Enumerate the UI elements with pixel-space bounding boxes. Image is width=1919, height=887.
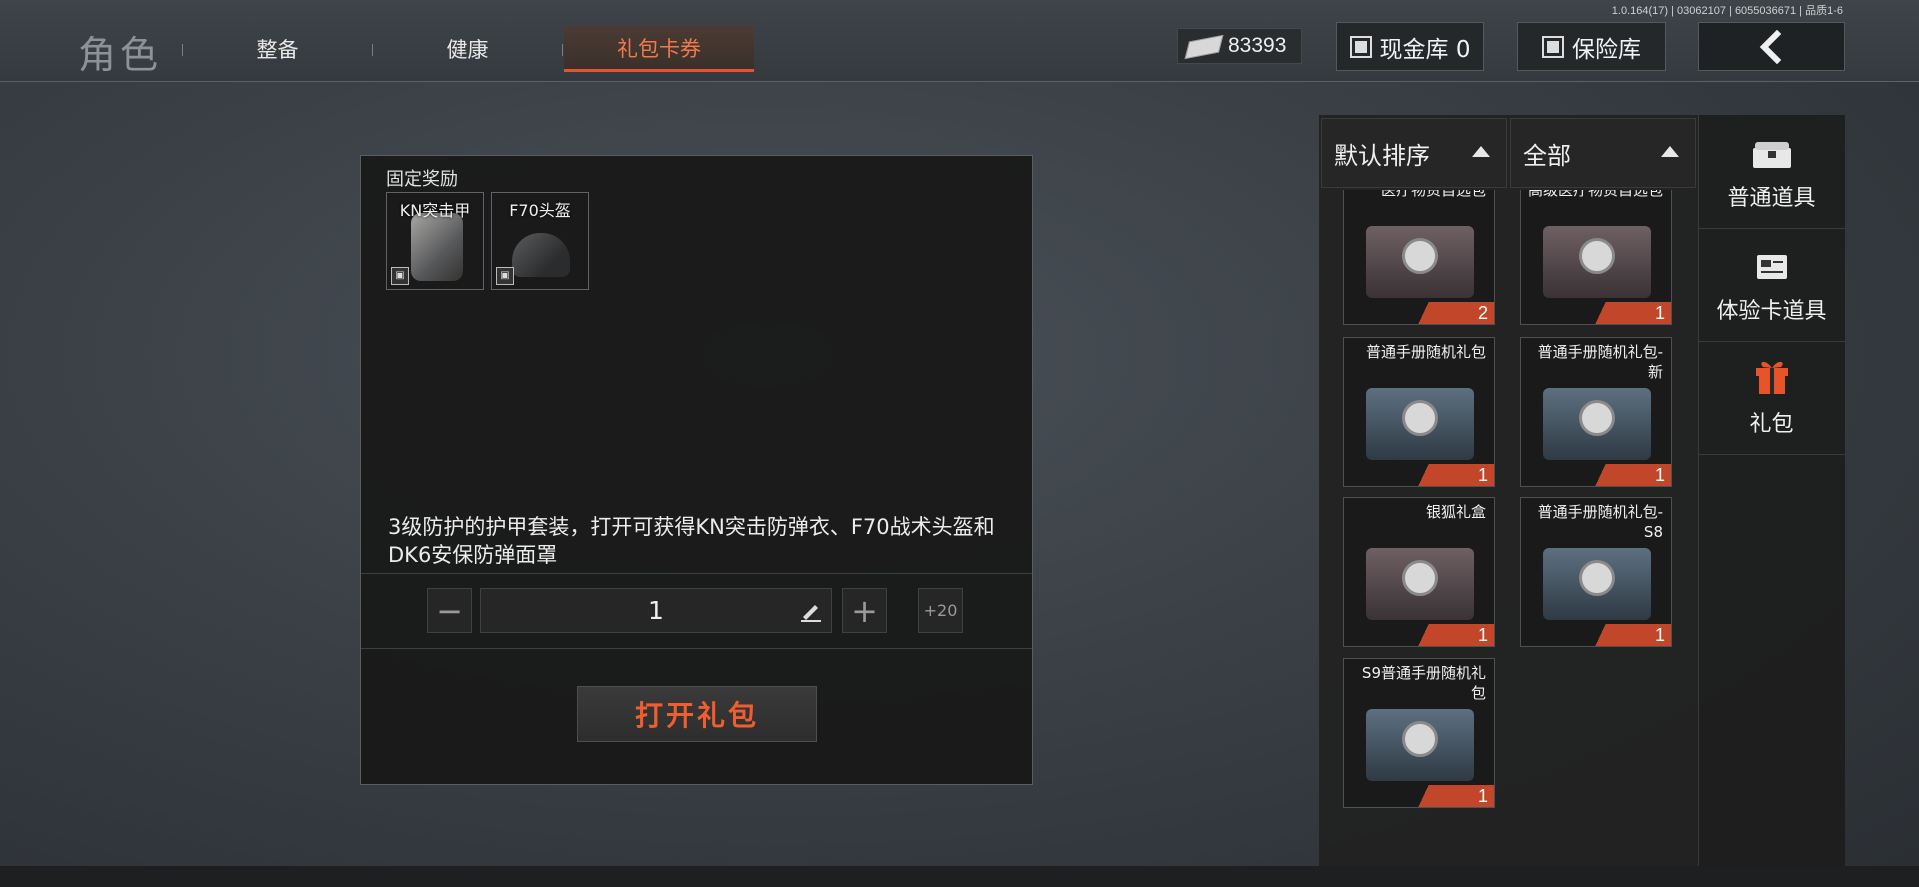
gift-icon xyxy=(1755,361,1788,394)
currency-display: 83393 xyxy=(1177,28,1302,64)
safe-label: 保险库 xyxy=(1572,36,1641,63)
item-name: 银狐礼盒 xyxy=(1425,503,1486,521)
tab-health[interactable]: 健康 xyxy=(400,26,535,72)
sort-order-dropdown[interactable]: 默认排序 xyxy=(1321,118,1507,188)
armor-vest-icon xyxy=(411,213,463,281)
chevron-up-icon xyxy=(1472,146,1490,157)
item-name: S9普通手册随机礼包 xyxy=(1361,664,1486,702)
category-normal-items[interactable]: 普通道具 xyxy=(1698,117,1845,229)
quantity-plus-button[interactable]: + xyxy=(842,588,887,633)
chevron-left-icon xyxy=(1759,29,1781,64)
filter-label: 全部 xyxy=(1523,141,1571,170)
quantity-input[interactable]: 1 xyxy=(480,588,832,633)
item-count: 1 xyxy=(1589,464,1671,486)
gift-box-icon xyxy=(1366,548,1474,620)
item-name: 普通手册随机礼包-新 xyxy=(1537,343,1663,381)
item-card[interactable]: S9普通手册随机礼包 1 xyxy=(1343,658,1495,808)
item-count: 1 xyxy=(1412,624,1494,646)
category-trial-card-items[interactable]: 体验卡道具 xyxy=(1698,230,1845,342)
bottom-bar xyxy=(0,866,1919,887)
open-gift-button[interactable]: 打开礼包 xyxy=(577,686,817,742)
reward-item-kn-armor[interactable]: KN突击甲 ▣ xyxy=(386,192,484,290)
gift-box-icon xyxy=(1366,226,1474,298)
page-title: 角色 xyxy=(78,33,163,77)
cash-icon xyxy=(1184,34,1222,58)
quantity-plus20-button[interactable]: +20 xyxy=(918,588,963,633)
category-label: 礼包 xyxy=(1749,412,1794,437)
gift-box-icon xyxy=(1366,388,1474,460)
item-tag-icon: ▣ xyxy=(391,267,409,285)
filter-dropdown[interactable]: 全部 xyxy=(1510,118,1696,188)
safe-icon xyxy=(1542,35,1564,58)
quantity-value: 1 xyxy=(648,596,664,625)
item-card[interactable]: 普通手册随机礼包 1 xyxy=(1343,337,1495,487)
divider xyxy=(361,648,1032,649)
cash-vault-label: 现金库 0 xyxy=(1379,36,1471,63)
item-name: 普通手册随机礼包 xyxy=(1365,343,1486,361)
item-card[interactable]: 医疗物资自选包 2 xyxy=(1343,190,1495,325)
category-gift-packs[interactable]: 礼包 xyxy=(1698,343,1845,455)
divider xyxy=(361,573,1032,574)
chest-icon xyxy=(1752,142,1791,168)
nav-separator xyxy=(372,44,373,56)
chevron-up-icon xyxy=(1661,146,1679,157)
tab-equipment[interactable]: 整备 xyxy=(210,26,345,72)
item-name: 普通手册随机礼包-S8 xyxy=(1537,503,1663,541)
item-count: 1 xyxy=(1412,464,1494,486)
back-button[interactable] xyxy=(1698,22,1845,71)
item-count: 2 xyxy=(1412,302,1494,324)
quantity-minus-button[interactable]: − xyxy=(427,588,472,633)
vault-icon xyxy=(1349,35,1372,58)
item-name: 医疗物资自选包 xyxy=(1380,190,1486,199)
gift-description: 3级防护的护甲套装，打开可获得KN突击防弹衣、F70战术头盔和DK6安保防弹面罩 xyxy=(388,515,995,567)
reward-name: KN突击甲 xyxy=(399,201,471,220)
category-label: 普通道具 xyxy=(1727,186,1816,211)
category-label: 体验卡道具 xyxy=(1716,299,1827,324)
reward-item-f70-helmet[interactable]: F70头盔 ▣ xyxy=(491,192,589,290)
currency-amount: 83393 xyxy=(1228,34,1287,57)
pencil-icon xyxy=(801,605,821,622)
item-grid[interactable]: 医疗物资自选包 2 高级医疗物资自选包 1 普通手册随机礼包 1 普通手册随机礼… xyxy=(1319,190,1699,870)
gift-box-icon xyxy=(1366,709,1474,781)
gift-detail-panel: 固定奖励 KN突击甲 ▣ F70头盔 ▣ 3级防护的护甲套装，打开可获得KN突击… xyxy=(360,155,1033,785)
safe-button[interactable]: 保险库 xyxy=(1517,22,1666,71)
card-icon xyxy=(1756,255,1787,279)
item-name: 高级医疗物资自选包 xyxy=(1527,190,1663,199)
item-card[interactable]: 银狐礼盒 1 xyxy=(1343,497,1495,647)
reward-name: F70头盔 xyxy=(509,201,571,220)
helmet-icon xyxy=(512,233,570,277)
item-card[interactable]: 普通手册随机礼包-新 1 xyxy=(1520,337,1672,487)
item-count: 1 xyxy=(1412,785,1494,807)
gift-box-icon xyxy=(1543,226,1651,298)
sort-order-label: 默认排序 xyxy=(1334,141,1430,170)
gift-box-icon xyxy=(1543,388,1651,460)
nav-separator xyxy=(562,44,563,56)
item-card[interactable]: 普通手册随机礼包-S8 1 xyxy=(1520,497,1672,647)
tab-gift-coupons[interactable]: 礼包卡券 xyxy=(564,26,754,72)
item-count: 1 xyxy=(1589,302,1671,324)
gift-box-icon xyxy=(1543,548,1651,620)
cash-vault-button[interactable]: 现金库 0 xyxy=(1336,22,1484,71)
item-card[interactable]: 高级医疗物资自选包 1 xyxy=(1520,190,1672,325)
version-text: 1.0.164(17) | 03062107 | 6055036671 | 品质… xyxy=(1611,5,1843,17)
item-tag-icon: ▣ xyxy=(496,267,514,285)
nav-separator xyxy=(182,44,183,56)
item-count: 1 xyxy=(1589,624,1671,646)
fixed-rewards-label: 固定奖励 xyxy=(386,169,458,190)
